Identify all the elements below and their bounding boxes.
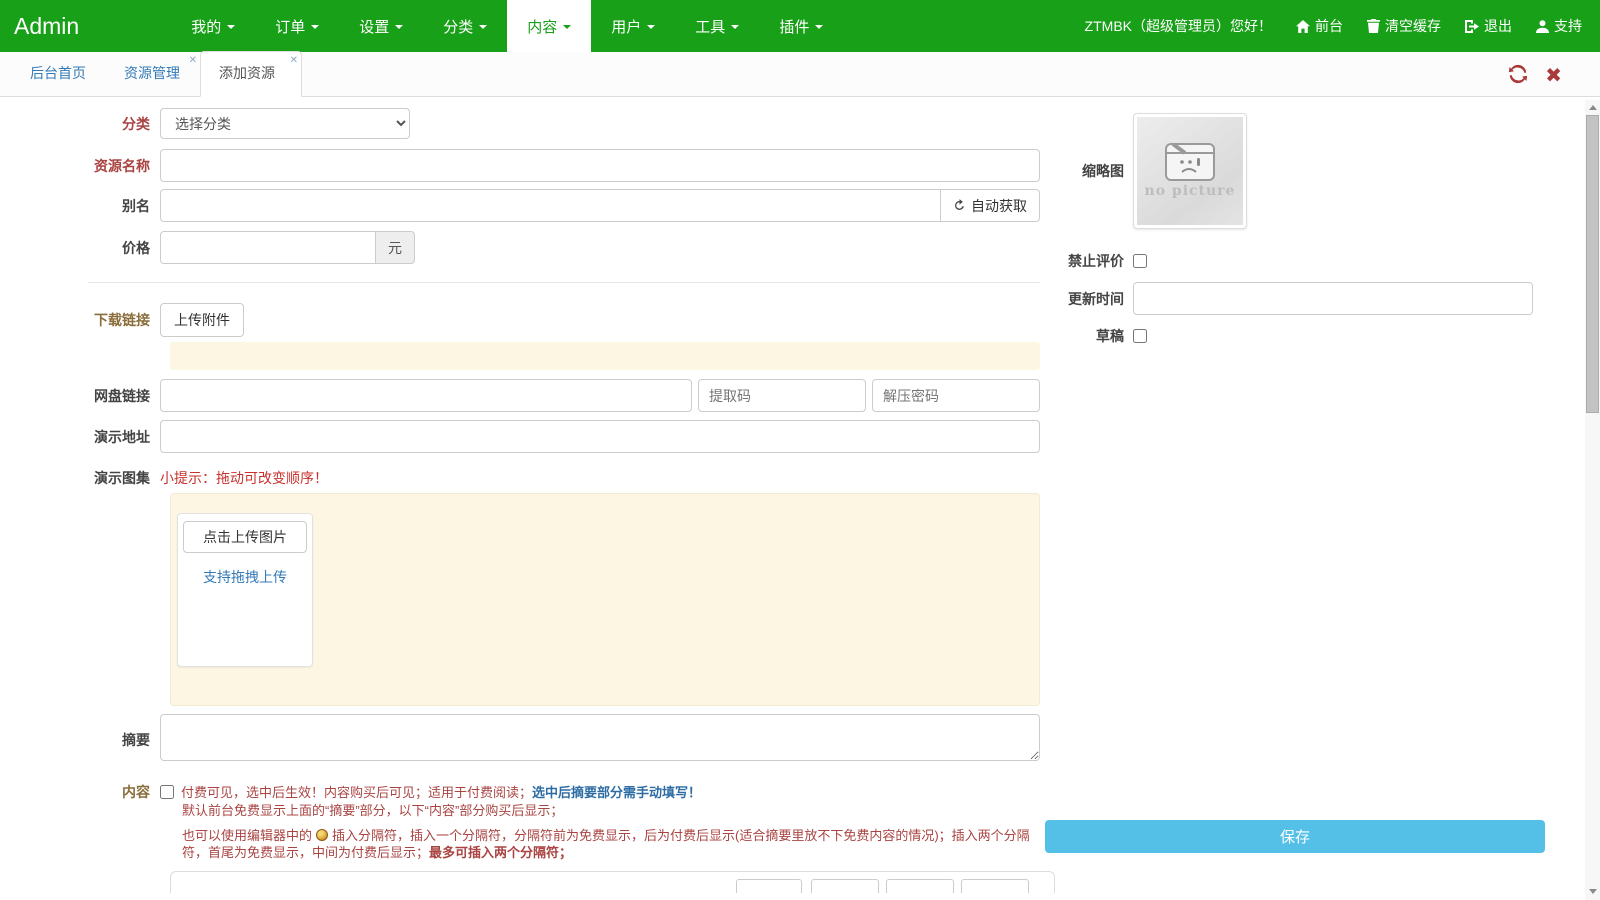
chevron-down-icon — [395, 25, 403, 29]
resource-name-label: 资源名称 — [0, 156, 160, 176]
coin-separator-icon — [316, 829, 328, 841]
vertical-scrollbar[interactable] — [1585, 100, 1600, 900]
resource-name-input[interactable] — [160, 149, 1040, 182]
gallery-drag-hint: 支持拖拽上传 — [203, 569, 287, 585]
update-time-input[interactable] — [1133, 282, 1533, 315]
top-navbar: Admin 我的 订单 设置 分类 内容 用户 工具 插件 ZTMBK（超级管理… — [0, 0, 1600, 52]
menu-item-content[interactable]: 内容 — [507, 0, 591, 52]
no-comment-checkbox[interactable] — [1133, 254, 1147, 268]
demo-url-label: 演示地址 — [0, 427, 160, 447]
brand-logo[interactable]: Admin — [0, 0, 99, 52]
scrollbar-down-arrow[interactable] — [1585, 884, 1600, 898]
logout-link[interactable]: 退出 — [1465, 16, 1512, 36]
editor-toolbar-select[interactable] — [886, 879, 954, 893]
attachment-list-area — [170, 342, 1040, 370]
gallery-hint: 小提示：拖动可改变顺序！ — [160, 468, 1040, 488]
demo-url-input[interactable] — [160, 420, 1040, 453]
alias-label: 别名 — [0, 196, 160, 216]
menu-item-orders[interactable]: 订单 — [255, 0, 339, 52]
draft-checkbox[interactable] — [1133, 329, 1147, 343]
menu-item-tools[interactable]: 工具 — [675, 0, 759, 52]
editor-toolbar-select[interactable] — [736, 879, 802, 893]
resource-form: 分类 选择分类 资源名称 别名 自动获取 价格 — [0, 108, 1040, 893]
tabs: 后台首页 资源管理 ✕ 添加资源 ✕ — [0, 52, 1600, 96]
chevron-down-icon — [227, 25, 235, 29]
triangle-down-icon — [1589, 889, 1597, 894]
user-greeting: ZTMBK（超级管理员）您好！ — [1085, 16, 1272, 36]
price-label: 价格 — [0, 238, 160, 258]
tab-close-icon[interactable]: ✕ — [189, 55, 197, 66]
editor-toolbar-select[interactable] — [961, 879, 1029, 893]
chevron-down-icon — [563, 25, 571, 29]
gallery-label: 演示图集 — [0, 468, 160, 488]
front-site-link[interactable]: 前台 — [1296, 16, 1343, 36]
draft-label: 草稿 — [1045, 326, 1133, 346]
netdisk-code-input[interactable] — [698, 379, 866, 412]
tab-bar: 后台首页 资源管理 ✕ 添加资源 ✕ ✖ — [0, 52, 1600, 97]
tab-dashboard[interactable]: 后台首页 — [12, 52, 106, 96]
thumbnail-uploader[interactable]: no picture — [1133, 113, 1247, 229]
summary-textarea[interactable] — [160, 714, 1040, 761]
support-link[interactable]: 支持 — [1536, 16, 1582, 36]
tab-close-icon[interactable]: ✕ — [290, 55, 298, 66]
user-icon — [1536, 20, 1549, 33]
scrollbar-thumb[interactable] — [1586, 115, 1599, 413]
gallery-dropzone[interactable]: 点击上传图片 支持拖拽上传 — [170, 493, 1040, 706]
menu-item-users[interactable]: 用户 — [591, 0, 675, 52]
menu-item-settings[interactable]: 设置 — [339, 0, 423, 52]
price-unit: 元 — [376, 231, 415, 264]
editor-toolbar-select[interactable] — [811, 879, 879, 893]
menu-item-categories[interactable]: 分类 — [423, 0, 507, 52]
gallery-upload-button[interactable]: 点击上传图片 — [183, 521, 307, 553]
refresh-icon — [1507, 63, 1529, 85]
section-divider — [88, 282, 1040, 283]
main-content: 分类 选择分类 资源名称 别名 自动获取 价格 — [0, 97, 1600, 900]
trash-icon — [1367, 19, 1380, 33]
netdisk-url-input[interactable] — [160, 379, 692, 412]
alias-input[interactable] — [160, 189, 941, 222]
content-editor[interactable] — [170, 871, 1055, 893]
content-label: 内容 — [0, 782, 160, 802]
main-menu: 我的 订单 设置 分类 内容 用户 工具 插件 — [171, 0, 843, 52]
download-link-label: 下载链接 — [0, 310, 160, 330]
chevron-down-icon — [731, 25, 739, 29]
home-icon — [1296, 20, 1310, 33]
sad-window-icon — [1165, 143, 1215, 181]
auto-fetch-button[interactable]: 自动获取 — [941, 189, 1040, 222]
logout-icon — [1465, 20, 1479, 33]
netdisk-label: 网盘链接 — [0, 386, 160, 406]
close-tab-button[interactable]: ✖ — [1545, 66, 1562, 86]
upload-attachment-button[interactable]: 上传附件 — [160, 303, 244, 337]
scrollbar-up-arrow[interactable] — [1585, 100, 1600, 114]
no-comment-label: 禁止评价 — [1045, 251, 1133, 271]
publish-sidebar: 缩略图 no picture 禁止评价 — [1045, 113, 1545, 358]
category-select[interactable]: 选择分类 — [160, 108, 410, 139]
refresh-icon — [953, 199, 966, 212]
no-picture-placeholder: no picture — [1137, 117, 1243, 225]
navbar-right: ZTMBK（超级管理员）您好！ 前台 清空缓存 退出 支持 — [1085, 0, 1600, 52]
triangle-up-icon — [1589, 105, 1597, 110]
chevron-down-icon — [815, 25, 823, 29]
update-time-label: 更新时间 — [1045, 289, 1133, 309]
clear-cache-link[interactable]: 清空缓存 — [1367, 16, 1441, 36]
summary-label: 摘要 — [0, 730, 160, 750]
chevron-down-icon — [647, 25, 655, 29]
no-picture-text: no picture — [1145, 183, 1236, 199]
tab-resource-manage[interactable]: 资源管理 ✕ — [106, 52, 200, 96]
price-input[interactable] — [160, 231, 376, 264]
refresh-tab-button[interactable] — [1507, 63, 1529, 89]
content-help-text: 付费可见，选中后生效！内容购买后可见；适用于付费阅读；选中后摘要部分需手动填写！… — [160, 782, 1040, 862]
menu-item-mine[interactable]: 我的 — [171, 0, 255, 52]
paid-visible-checkbox[interactable] — [160, 785, 174, 799]
save-button[interactable]: 保存 — [1045, 820, 1545, 853]
chevron-down-icon — [311, 25, 319, 29]
chevron-down-icon — [479, 25, 487, 29]
netdisk-unzip-input[interactable] — [872, 379, 1040, 412]
tab-actions: ✖ — [1507, 63, 1562, 89]
thumbnail-label: 缩略图 — [1045, 161, 1133, 181]
category-label: 分类 — [0, 114, 160, 134]
tab-add-resource[interactable]: 添加资源 ✕ — [200, 51, 302, 97]
gallery-upload-card: 点击上传图片 支持拖拽上传 — [177, 513, 313, 667]
menu-item-plugins[interactable]: 插件 — [759, 0, 843, 52]
